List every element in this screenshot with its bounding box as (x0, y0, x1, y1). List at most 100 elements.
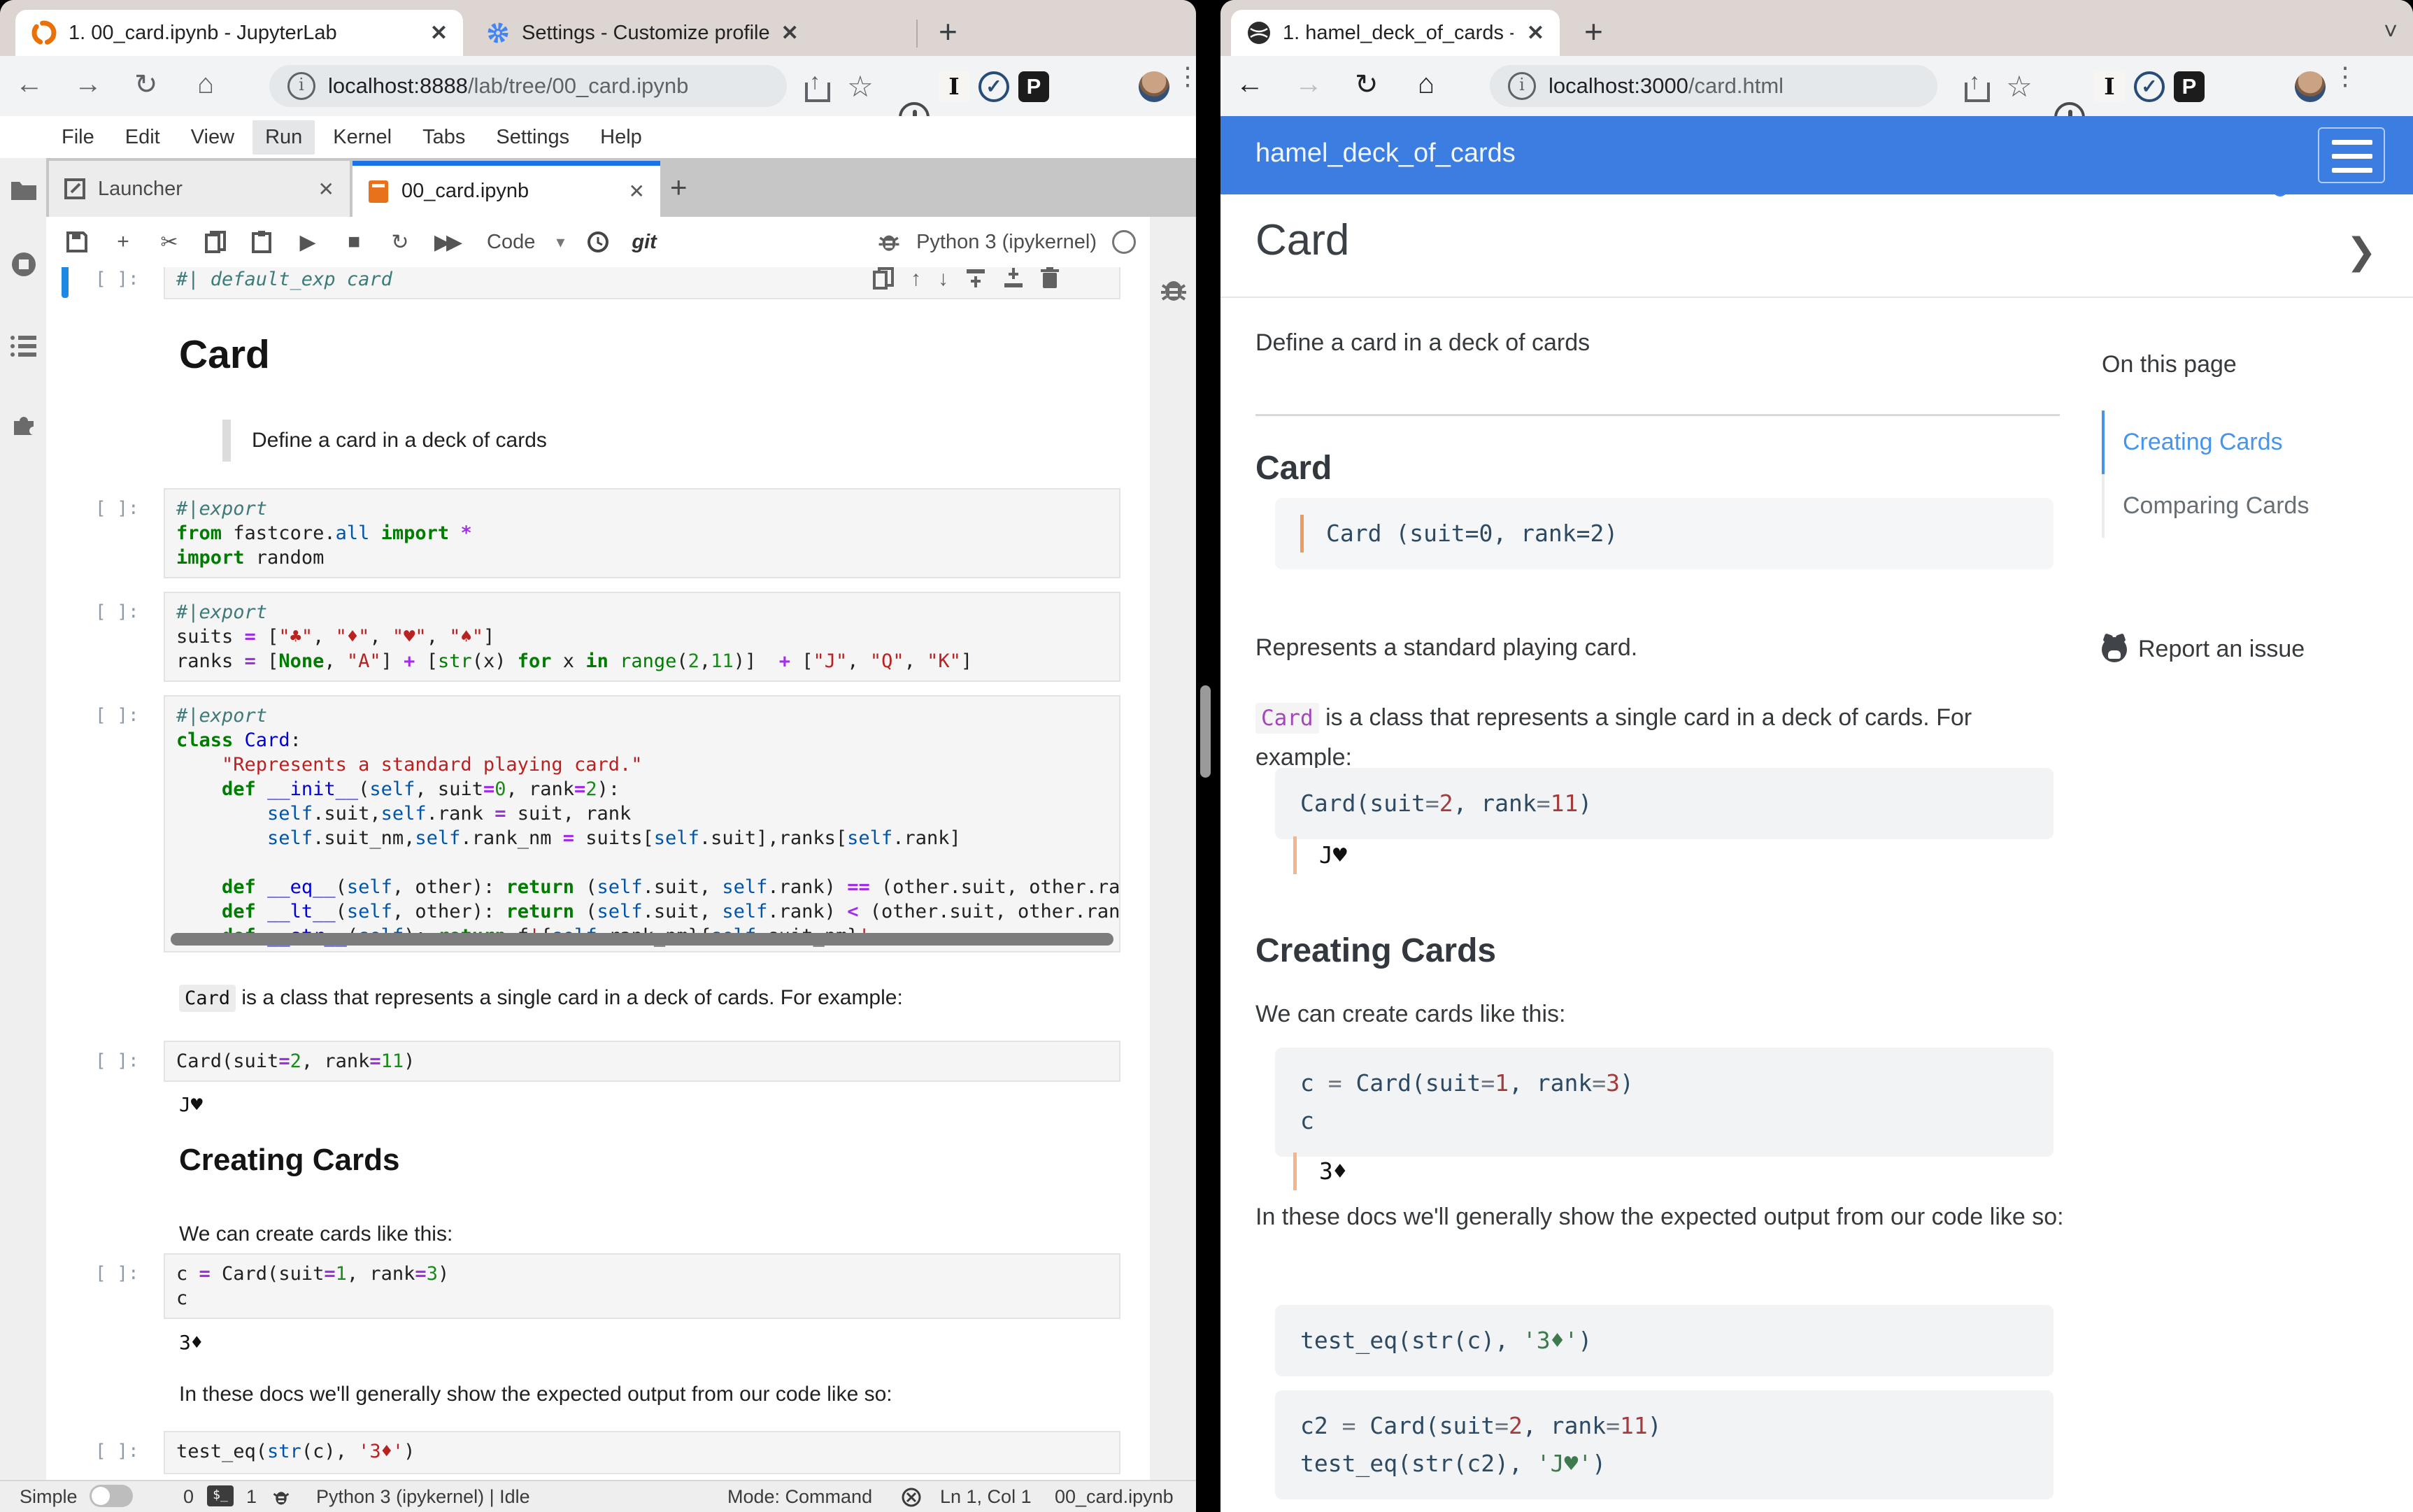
kernel-count[interactable]: 1 (246, 1486, 257, 1508)
stop-kernel-icon[interactable]: ■ (341, 230, 366, 254)
toc-link-creating-cards[interactable]: Creating Cards (2102, 411, 2396, 474)
trust-icon[interactable] (901, 1487, 922, 1508)
simple-mode-toggle[interactable] (90, 1485, 133, 1507)
extension-p-icon[interactable]: P (1018, 71, 1049, 102)
copy-icon[interactable] (203, 231, 228, 253)
chevron-right-icon[interactable]: ❯ (2346, 231, 2377, 273)
extension-p-icon[interactable]: P (2174, 71, 2205, 102)
menu-file[interactable]: File (49, 120, 107, 155)
code-block-test1[interactable]: test_eq(str(c), '3♦') (1275, 1305, 2053, 1376)
save-icon[interactable] (64, 231, 90, 253)
menu-settings[interactable]: Settings (483, 120, 582, 155)
code-cell-class-card[interactable]: #|exportclass Card: "Represents a standa… (164, 695, 1120, 953)
browser-tab-docs[interactable]: 1. hamel_deck_of_cards - Card ✕ (1231, 10, 1560, 56)
code-block-example2[interactable]: c = Card(suit=1, rank=3)c (1275, 1048, 2053, 1157)
history-clock-icon[interactable] (585, 231, 611, 253)
delete-cell-icon[interactable] (1041, 267, 1059, 290)
profile-avatar[interactable] (2295, 71, 2326, 102)
address-bar[interactable]: i localhost:3000/card.html (1490, 65, 1937, 107)
reload-icon[interactable]: ↻ (134, 69, 158, 101)
paste-icon[interactable] (249, 231, 274, 253)
forward-icon[interactable]: → (74, 69, 102, 100)
browser-tab-settings[interactable]: Settings - Customize profile ✕ (470, 10, 904, 56)
debugger-icon[interactable] (1160, 276, 1188, 304)
insert-cell-above-icon[interactable] (965, 267, 986, 290)
cell-type-select[interactable]: Code (487, 231, 535, 254)
home-icon[interactable]: ⌂ (197, 69, 214, 100)
kernel-sessions-icon[interactable] (271, 1488, 291, 1507)
home-icon[interactable]: ⌂ (1418, 69, 1435, 100)
browser-menu-icon[interactable]: ⋮ (2333, 71, 2347, 102)
menu-tabs[interactable]: Tabs (410, 120, 478, 155)
share-icon[interactable] (801, 71, 832, 102)
dock-tab-launcher[interactable]: Launcher ✕ (49, 161, 350, 217)
close-icon[interactable]: ✕ (430, 21, 448, 45)
file-browser-icon[interactable] (10, 178, 38, 201)
site-brand[interactable]: hamel_deck_of_cards (1255, 138, 1516, 169)
duplicate-cell-icon[interactable] (873, 267, 894, 290)
kernel-name[interactable]: Python 3 (ipykernel) (916, 231, 1097, 254)
menu-edit[interactable]: Edit (113, 120, 173, 155)
close-icon[interactable]: ✕ (781, 21, 799, 45)
cursor-position[interactable]: Ln 1, Col 1 (940, 1486, 1032, 1508)
back-icon[interactable]: ← (1236, 69, 1264, 100)
notebook-scroll-area[interactable]: [ ]: #| default_exp card ↑ ↓ Card Define… (46, 267, 1150, 1481)
browser-tab-jupyterlab[interactable]: 1. 00_card.ipynb - JupyterLab ✕ (15, 10, 463, 56)
menu-help[interactable]: Help (588, 120, 655, 155)
horizontal-scrollbar[interactable] (171, 933, 1113, 946)
terminal-count[interactable]: 0 (183, 1486, 194, 1508)
kernel-status-text[interactable]: Python 3 (ipykernel) | Idle (316, 1486, 530, 1508)
code-cell-create-card[interactable]: c = Card(suit=1, rank=3)c (164, 1253, 1120, 1319)
checkmark-extension-icon[interactable]: ✓ (2134, 71, 2165, 102)
close-icon[interactable]: ✕ (629, 180, 645, 203)
forward-icon[interactable]: → (1295, 69, 1323, 100)
site-info-icon[interactable]: i (287, 72, 315, 100)
bookmark-star-icon[interactable]: ☆ (845, 71, 876, 102)
new-tab-button[interactable]: + (1584, 13, 1603, 50)
run-all-icon[interactable]: ▶▶ (434, 230, 459, 255)
run-cell-icon[interactable]: ▶ (295, 230, 320, 255)
checkmark-extension-icon[interactable]: ✓ (978, 71, 1009, 102)
hamburger-menu-button[interactable] (2318, 127, 2385, 183)
extension-i-icon[interactable]: I (2094, 71, 2125, 102)
new-tab-button[interactable]: + (939, 13, 958, 50)
reload-icon[interactable]: ↻ (1355, 69, 1379, 101)
back-icon[interactable]: ← (15, 69, 43, 100)
menu-view[interactable]: View (178, 120, 247, 155)
git-label[interactable]: git (632, 231, 656, 254)
share-icon[interactable] (1960, 71, 1991, 102)
code-cell-test-eq[interactable]: test_eq(str(c), '3♦') (164, 1431, 1120, 1474)
toc-link-comparing-cards[interactable]: Comparing Cards (2102, 474, 2396, 538)
code-cell-imports[interactable]: #|exportfrom fastcore.all import *import… (164, 488, 1120, 578)
site-info-icon[interactable]: i (1508, 72, 1536, 100)
cut-icon[interactable]: ✂ (157, 230, 182, 255)
menu-kernel[interactable]: Kernel (320, 120, 404, 155)
chevron-down-icon[interactable]: ▾ (556, 232, 564, 252)
new-launcher-icon[interactable]: + (670, 171, 688, 204)
code-cell-card-example[interactable]: Card(suit=2, rank=11) (164, 1041, 1120, 1082)
running-kernels-icon[interactable] (10, 250, 38, 278)
insert-cell-below-icon[interactable] (1003, 267, 1024, 290)
close-icon[interactable]: ✕ (318, 178, 334, 201)
table-of-contents-icon[interactable] (10, 334, 38, 358)
debugger-toggle-icon[interactable] (877, 230, 901, 254)
kernel-status-icon[interactable] (1112, 230, 1136, 254)
extension-manager-icon[interactable] (10, 411, 38, 439)
bookmark-star-icon[interactable]: ☆ (2004, 71, 2035, 102)
tab-search-chevron-icon[interactable]: ˅ (2384, 18, 2398, 45)
move-cell-down-icon[interactable]: ↓ (938, 267, 948, 291)
move-cell-up-icon[interactable]: ↑ (911, 267, 921, 291)
extension-i-icon[interactable]: I (939, 71, 969, 102)
dock-tab-notebook[interactable]: 00_card.ipynb ✕ (353, 161, 660, 217)
address-bar[interactable]: i localhost:8888/lab/tree/00_card.ipynb (269, 65, 787, 107)
menu-run[interactable]: Run (252, 120, 315, 155)
browser-menu-icon[interactable]: ⋮ (1175, 71, 1189, 102)
code-cell-suits-ranks[interactable]: #|exportsuits = ["♣", "♦", "♥", "♠"]rank… (164, 592, 1120, 682)
restart-kernel-icon[interactable]: ↻ (387, 230, 413, 255)
code-block-test2[interactable]: c2 = Card(suit=2, rank=11)test_eq(str(c2… (1275, 1390, 2053, 1499)
report-an-issue-link[interactable]: Report an issue (2102, 636, 2396, 663)
window-scrollbar-thumb[interactable] (1200, 685, 1211, 778)
profile-avatar[interactable] (1139, 71, 1169, 102)
insert-cell-icon[interactable]: + (111, 230, 136, 254)
close-icon[interactable]: ✕ (1527, 21, 1544, 45)
